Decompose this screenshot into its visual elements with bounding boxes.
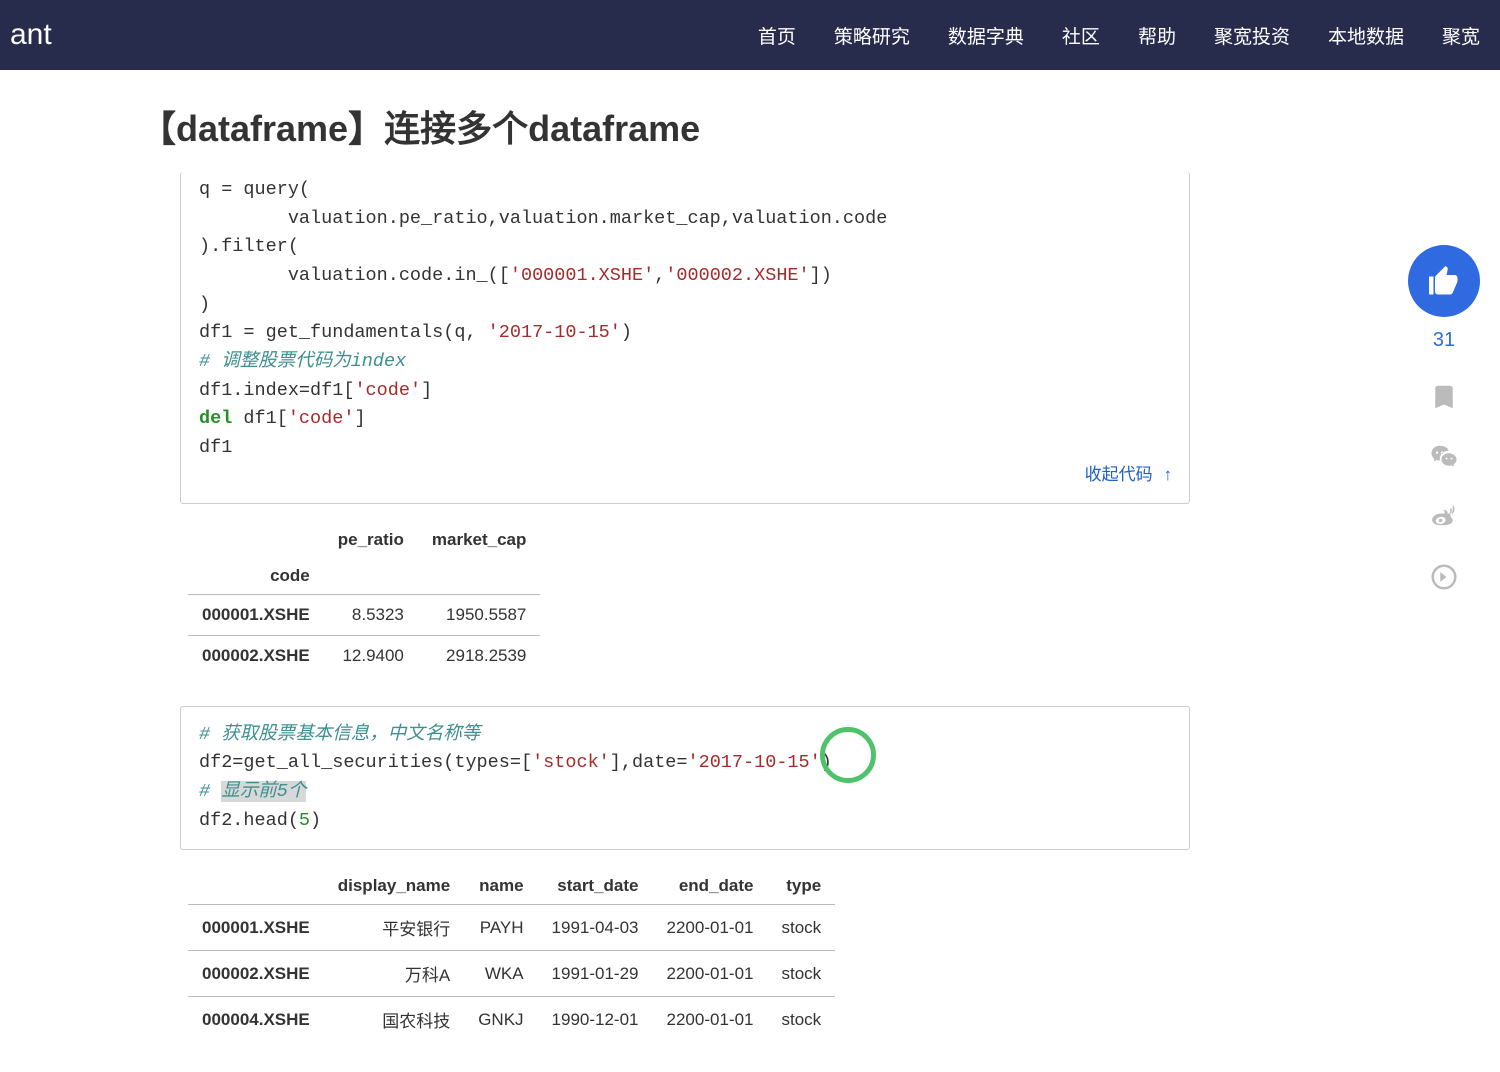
- nav-home[interactable]: 首页: [758, 22, 796, 49]
- nav-strategy[interactable]: 策略研究: [834, 22, 910, 49]
- top-nav: ant 首页 策略研究 数据字典 社区 帮助 聚宽投资 本地数据 聚宽: [0, 0, 1500, 70]
- page-title: 【dataframe】连接多个dataframe: [140, 100, 1500, 152]
- code-1: q = query( valuation.pe_ratio,valuation.…: [199, 176, 1171, 463]
- weibo-icon: [1429, 502, 1459, 532]
- wechat-icon: [1429, 442, 1459, 472]
- table-row: 000001.XSHE 平安银行 PAYH 1991-04-03 2200-01…: [188, 905, 835, 951]
- main-content: q = query( valuation.pe_ratio,valuation.…: [180, 172, 1190, 1042]
- nav-community[interactable]: 社区: [1062, 22, 1100, 49]
- table-row: 000002.XSHE 万科A WKA 1991-01-29 2200-01-0…: [188, 951, 835, 997]
- nav-help[interactable]: 帮助: [1138, 22, 1176, 49]
- action-sidebar: 31: [1408, 245, 1480, 592]
- code-block-1: q = query( valuation.pe_ratio,valuation.…: [180, 172, 1190, 504]
- nav-more[interactable]: 聚宽: [1442, 22, 1480, 49]
- weibo-share-button[interactable]: [1429, 502, 1459, 532]
- table-index-row: code: [188, 558, 540, 595]
- like-button[interactable]: [1408, 245, 1480, 317]
- table-row: 000004.XSHE 国农科技 GNKJ 1990-12-01 2200-01…: [188, 997, 835, 1043]
- nav-data-dict[interactable]: 数据字典: [948, 22, 1024, 49]
- nav-links: 首页 策略研究 数据字典 社区 帮助 聚宽投资 本地数据 聚宽: [758, 22, 1480, 49]
- share-icon: [1429, 562, 1459, 592]
- nav-invest[interactable]: 聚宽投资: [1214, 22, 1290, 49]
- output-table-1: pe_ratio market_cap code 000001.XSHE 8.5…: [188, 522, 540, 676]
- table-header-row: pe_ratio market_cap: [188, 522, 540, 558]
- output-table-2: display_name name start_date end_date ty…: [188, 868, 835, 1042]
- table-row: 000002.XSHE 12.9400 2918.2539: [188, 635, 540, 676]
- code-2: # 获取股票基本信息，中文名称等 df2=get_all_securities(…: [199, 721, 1171, 836]
- like-count: 31: [1433, 329, 1455, 352]
- thumbs-up-icon: [1426, 263, 1462, 299]
- collapse-code-link[interactable]: 收起代码 ↑: [1085, 464, 1173, 490]
- wechat-share-button[interactable]: [1429, 442, 1459, 472]
- qq-share-button[interactable]: [1429, 562, 1459, 592]
- bookmark-button[interactable]: [1429, 382, 1459, 412]
- logo-text: ant: [10, 18, 52, 52]
- nav-local-data[interactable]: 本地数据: [1328, 22, 1404, 49]
- table-row: 000001.XSHE 8.5323 1950.5587: [188, 594, 540, 635]
- bookmark-icon: [1429, 382, 1459, 412]
- table-header-row: display_name name start_date end_date ty…: [188, 868, 835, 905]
- code-block-2: # 获取股票基本信息，中文名称等 df2=get_all_securities(…: [180, 706, 1190, 851]
